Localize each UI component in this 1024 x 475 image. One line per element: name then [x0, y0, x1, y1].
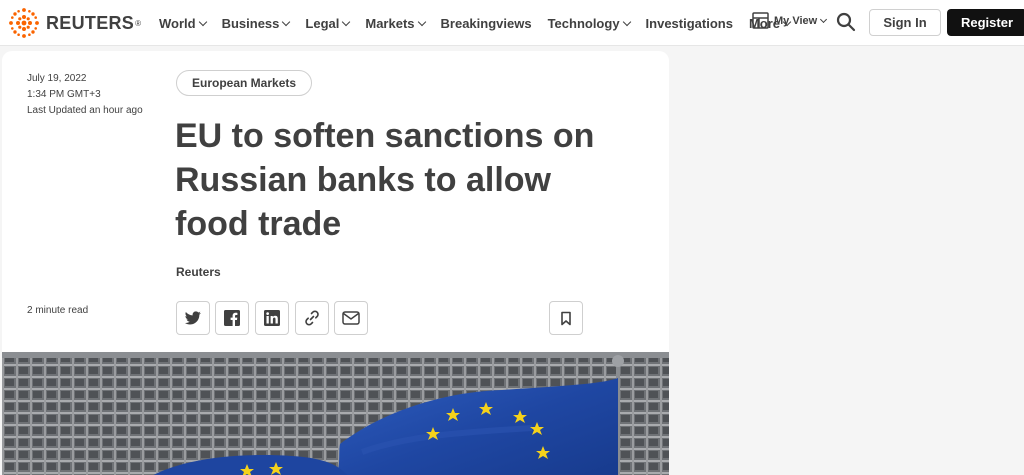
facebook-icon	[224, 310, 240, 326]
nav-item-world[interactable]: World	[159, 15, 207, 31]
search-icon	[836, 12, 856, 32]
linkedin-icon	[264, 310, 280, 326]
read-time: 2 minute read	[27, 305, 89, 316]
nav-item-label: Business	[221, 15, 280, 31]
nav-item-label: World	[159, 15, 196, 31]
nav-item-breakingviews[interactable]: Breakingviews	[441, 16, 532, 31]
link-icon	[305, 310, 319, 326]
nav-item-label: Legal	[305, 15, 340, 31]
lead-photo[interactable]	[2, 352, 669, 475]
logo-registered-mark: ®	[135, 18, 142, 28]
logo-wordmark: REUTERS	[46, 12, 135, 33]
my-view-menu[interactable]: My View	[752, 12, 828, 29]
reuters-logo[interactable]: REUTERS ®	[6, 6, 141, 40]
chevron-down-icon	[820, 15, 828, 23]
bookmark-button[interactable]	[549, 301, 583, 335]
share-linkedin-button[interactable]	[255, 301, 289, 335]
nav-item-markets[interactable]: Markets	[365, 15, 426, 31]
chevron-down-icon	[282, 17, 291, 26]
twitter-icon	[185, 311, 201, 325]
my-view-label: My View	[774, 14, 818, 27]
email-icon	[342, 311, 360, 325]
eu-flags-photo	[2, 352, 669, 475]
last-updated: Last Updated an hour ago	[27, 105, 143, 116]
share-facebook-button[interactable]	[215, 301, 249, 335]
nav-item-label: Breakingviews	[440, 15, 532, 31]
chevron-down-icon	[417, 17, 426, 26]
chevron-down-icon	[198, 17, 207, 26]
article-headline: EU to soften sanctions on Russian banks …	[175, 117, 595, 243]
nav-item-technology[interactable]: Technology	[547, 15, 631, 31]
nav-item-investigations[interactable]: Investigations	[646, 16, 733, 31]
article-card: July 19, 2022 1:34 PM GMT+3 Last Updated…	[2, 51, 669, 475]
reuters-logo-icon	[9, 8, 39, 38]
copy-link-button[interactable]	[295, 301, 329, 335]
byline[interactable]: Reuters	[176, 265, 221, 279]
publish-date: July 19, 2022	[27, 73, 87, 84]
sign-in-button[interactable]: Sign In	[869, 9, 941, 36]
layout-icon	[752, 12, 769, 29]
share-twitter-button[interactable]	[176, 301, 210, 335]
nav-item-business[interactable]: Business	[221, 15, 291, 31]
publish-time: 1:34 PM GMT+3	[27, 89, 101, 100]
search-button[interactable]	[836, 12, 856, 37]
chevron-down-icon	[342, 17, 351, 26]
register-button[interactable]: Register	[947, 9, 1024, 36]
nav-item-label: Markets	[365, 15, 415, 31]
share-email-button[interactable]	[334, 301, 368, 335]
nav-item-legal[interactable]: Legal	[305, 15, 351, 31]
nav-item-label: Technology	[547, 15, 620, 31]
site-header: REUTERS ® World Business Legal Markets Br…	[0, 0, 1024, 46]
article-meta: July 19, 2022 1:34 PM GMT+3 Last Updated…	[27, 71, 143, 119]
nav-item-label: Investigations	[645, 15, 733, 31]
chevron-down-icon	[622, 17, 631, 26]
topic-tag[interactable]: European Markets	[176, 70, 313, 96]
bookmark-icon	[561, 311, 571, 325]
main-nav: World Business Legal Markets Breakingvie…	[159, 0, 806, 46]
